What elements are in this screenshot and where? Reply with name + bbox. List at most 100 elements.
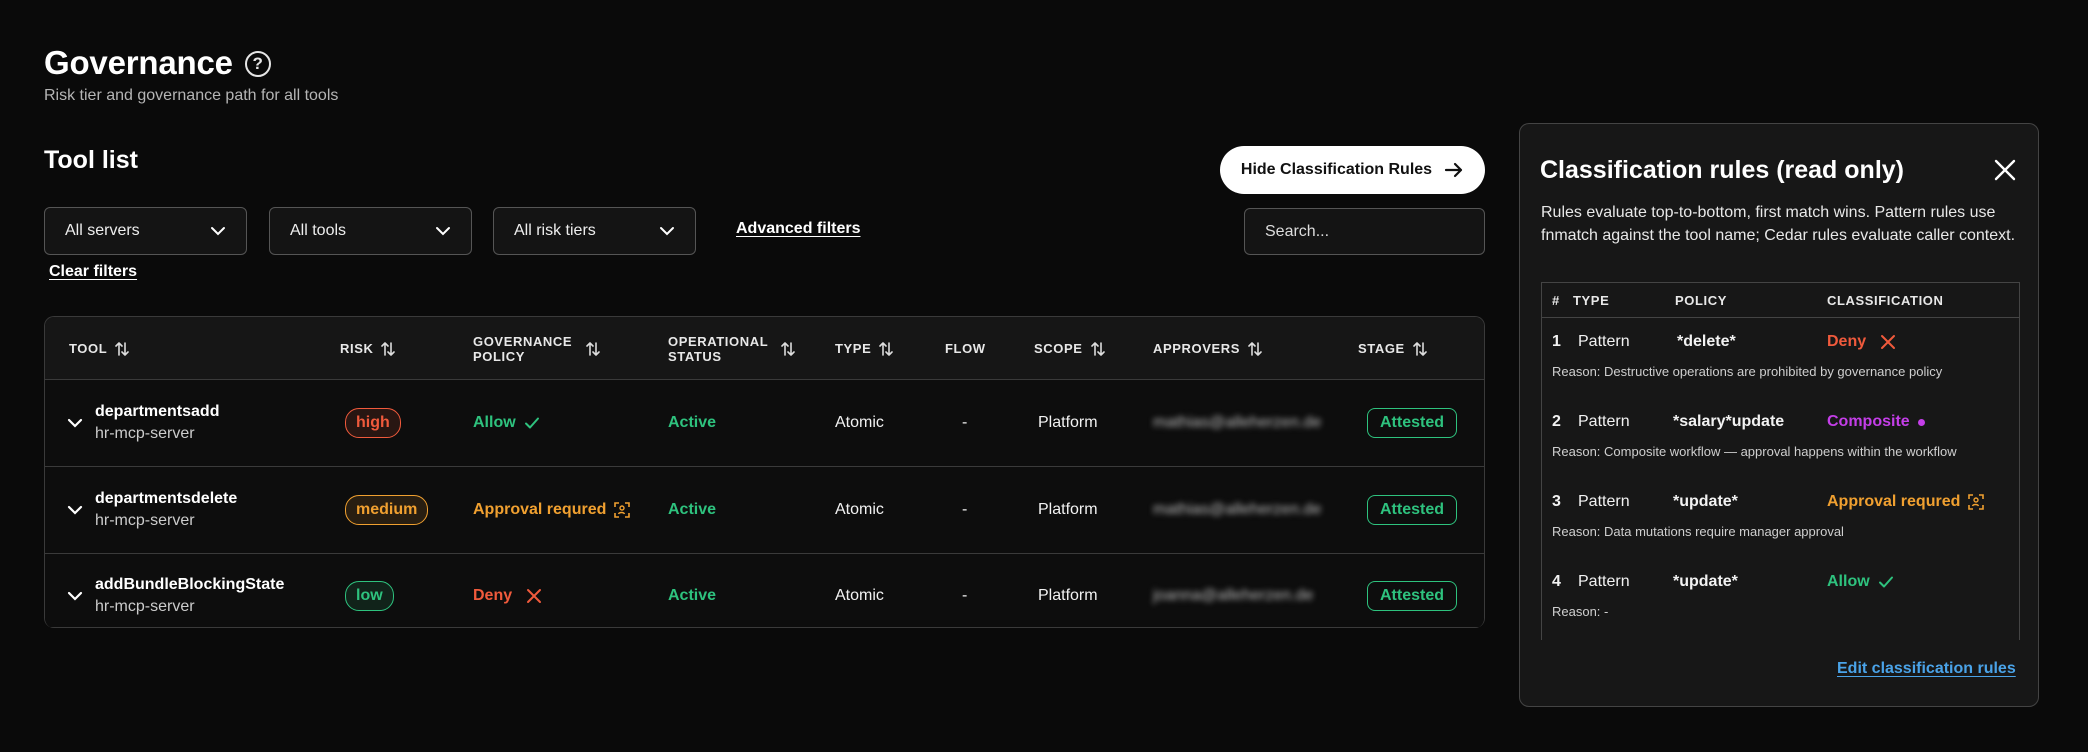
- column-header-operational-status[interactable]: OPERATIONAL STATUS: [668, 317, 795, 380]
- check-icon: [524, 417, 539, 429]
- policy-cell: Deny: [473, 554, 542, 628]
- risk-tier-filter-select[interactable]: All risk tiers: [493, 207, 696, 255]
- stage-cell: Attested: [1367, 467, 1458, 553]
- sort-icon: [586, 341, 600, 356]
- chevron-down-icon: [67, 418, 83, 428]
- clear-filters-link[interactable]: Clear filters: [49, 263, 137, 281]
- panel-description: Rules evaluate top-to-bottom, first matc…: [1541, 204, 2016, 244]
- column-header-label: FLOW: [945, 341, 986, 356]
- tool-table: TOOL RISK GOVERNANCE POLICY OPERATIONAL …: [44, 316, 1485, 628]
- rule-number: 2: [1552, 413, 1561, 430]
- deny-x-icon: [1881, 335, 1896, 349]
- sort-icon: [381, 341, 396, 356]
- column-header-label: TYPE: [835, 341, 872, 356]
- tool-name: addBundleBlockingState: [95, 576, 285, 593]
- sort-icon: [1413, 341, 1427, 356]
- column-header-scope[interactable]: SCOPE: [1034, 317, 1105, 380]
- approval-frame-icon: [1968, 494, 1985, 510]
- column-header-risk[interactable]: RISK: [340, 317, 396, 380]
- rules-column-type: TYPE: [1573, 293, 1610, 308]
- rule-classification: Approval requred: [1827, 493, 1985, 511]
- tool-cell: departmentsadd hr-mcp-server: [95, 380, 219, 466]
- rule-row: 3 Pattern *update* Approval requred Reas…: [1542, 478, 2019, 558]
- chevron-down-icon: [211, 227, 225, 236]
- column-header-tool[interactable]: TOOL: [69, 317, 130, 380]
- expand-row-button[interactable]: [67, 554, 83, 628]
- rule-policy: *update*: [1673, 493, 1738, 510]
- column-header-label: SCOPE: [1034, 341, 1083, 356]
- table-row[interactable]: departmentsdelete hr-mcp-server medium A…: [45, 467, 1484, 554]
- rule-row: 1 Pattern *delete* Deny Reason: Destruct…: [1542, 318, 2019, 398]
- expand-row-button[interactable]: [67, 380, 83, 466]
- rule-policy: *update*: [1673, 573, 1738, 590]
- rule-classification: Allow: [1827, 573, 1894, 591]
- tool-filter-value: All tools: [290, 222, 347, 239]
- policy-label: Deny: [473, 587, 513, 604]
- deny-x-icon: [527, 589, 542, 603]
- rule-number: 4: [1552, 573, 1561, 590]
- chevron-down-icon: [67, 591, 83, 601]
- tool-cell: addBundleBlockingState hr-mcp-server: [95, 554, 284, 628]
- advanced-filters-link[interactable]: Advanced filters: [736, 220, 860, 238]
- rules-column-number: #: [1552, 293, 1560, 308]
- rule-classification-label: Approval requred: [1827, 493, 1961, 510]
- flow-cell: -: [962, 414, 968, 431]
- risk-tier-filter-value: All risk tiers: [514, 222, 596, 239]
- edit-classification-rules-link[interactable]: Edit classification rules: [1837, 660, 2016, 678]
- rules-table: # TYPE POLICY CLASSIFICATION 1 Pattern *…: [1541, 282, 2020, 640]
- rule-classification-label: Allow: [1827, 573, 1870, 590]
- help-icon[interactable]: ?: [244, 51, 271, 77]
- stage-badge: Attested: [1367, 581, 1458, 611]
- column-header-label: STAGE: [1358, 341, 1405, 356]
- rule-type: Pattern: [1578, 573, 1630, 590]
- page-subtitle: Risk tier and governance path for all to…: [44, 87, 339, 104]
- status-cell: Active: [668, 414, 717, 431]
- table-row[interactable]: departmentsadd hr-mcp-server high Allow …: [45, 380, 1484, 467]
- rule-type: Pattern: [1578, 493, 1630, 510]
- policy-cell: Allow: [473, 380, 540, 466]
- expand-row-button[interactable]: [67, 467, 83, 553]
- rule-classification-label: Composite: [1827, 413, 1910, 430]
- search-input[interactable]: [1244, 208, 1485, 255]
- column-header-approvers[interactable]: APPROVERS: [1153, 317, 1262, 380]
- flow-cell: -: [962, 501, 968, 518]
- page-header: Governance ? Risk tier and governance pa…: [44, 44, 338, 105]
- sort-icon: [879, 341, 894, 356]
- server-filter-select[interactable]: All servers: [44, 207, 247, 255]
- rule-classification-label: Deny: [1827, 333, 1867, 350]
- rule-policy: *salary*update: [1673, 413, 1785, 430]
- status-cell: Active: [668, 587, 717, 604]
- policy-cell: Approval requred: [473, 467, 631, 553]
- hide-classification-rules-button[interactable]: Hide Classification Rules: [1220, 146, 1485, 194]
- rules-column-policy: POLICY: [1675, 293, 1727, 308]
- close-icon[interactable]: [1993, 158, 2017, 182]
- column-header-stage[interactable]: STAGE: [1358, 317, 1427, 380]
- flow-cell: -: [962, 587, 968, 604]
- risk-badge: medium: [345, 495, 429, 525]
- sort-icon: [781, 341, 795, 356]
- approver-cell: joanna@alleherzen.de: [1153, 587, 1314, 604]
- rule-row: 4 Pattern *update* Allow Reason: -: [1542, 558, 2019, 638]
- tool-cell: departmentsdelete hr-mcp-server: [95, 467, 237, 553]
- column-header-flow: FLOW: [945, 317, 986, 380]
- approver-cell: mathias@alleherzen.de: [1153, 501, 1322, 518]
- type-cell: Atomic: [835, 501, 884, 518]
- table-row[interactable]: addBundleBlockingState hr-mcp-server low…: [45, 554, 1484, 628]
- risk-badge: low: [345, 581, 394, 611]
- stage-badge: Attested: [1367, 495, 1458, 525]
- risk-cell: medium: [345, 467, 429, 553]
- hide-classification-rules-label: Hide Classification Rules: [1240, 161, 1433, 178]
- column-header-type[interactable]: TYPE: [835, 317, 894, 380]
- panel-title: Classification rules (read only): [1540, 156, 1904, 184]
- tool-filter-select[interactable]: All tools: [269, 207, 472, 255]
- column-header-label: RISK: [340, 341, 374, 356]
- approval-frame-icon: [614, 502, 631, 518]
- column-header-governance-policy[interactable]: GOVERNANCE POLICY: [473, 317, 600, 380]
- policy-label: Allow: [473, 414, 516, 431]
- type-cell: Atomic: [835, 587, 884, 604]
- approver-cell: mathias@alleherzen.de: [1153, 414, 1322, 431]
- table-header: TOOL RISK GOVERNANCE POLICY OPERATIONAL …: [45, 317, 1484, 380]
- rule-type: Pattern: [1578, 333, 1630, 350]
- check-icon: [1878, 576, 1893, 588]
- risk-cell: low: [345, 554, 394, 628]
